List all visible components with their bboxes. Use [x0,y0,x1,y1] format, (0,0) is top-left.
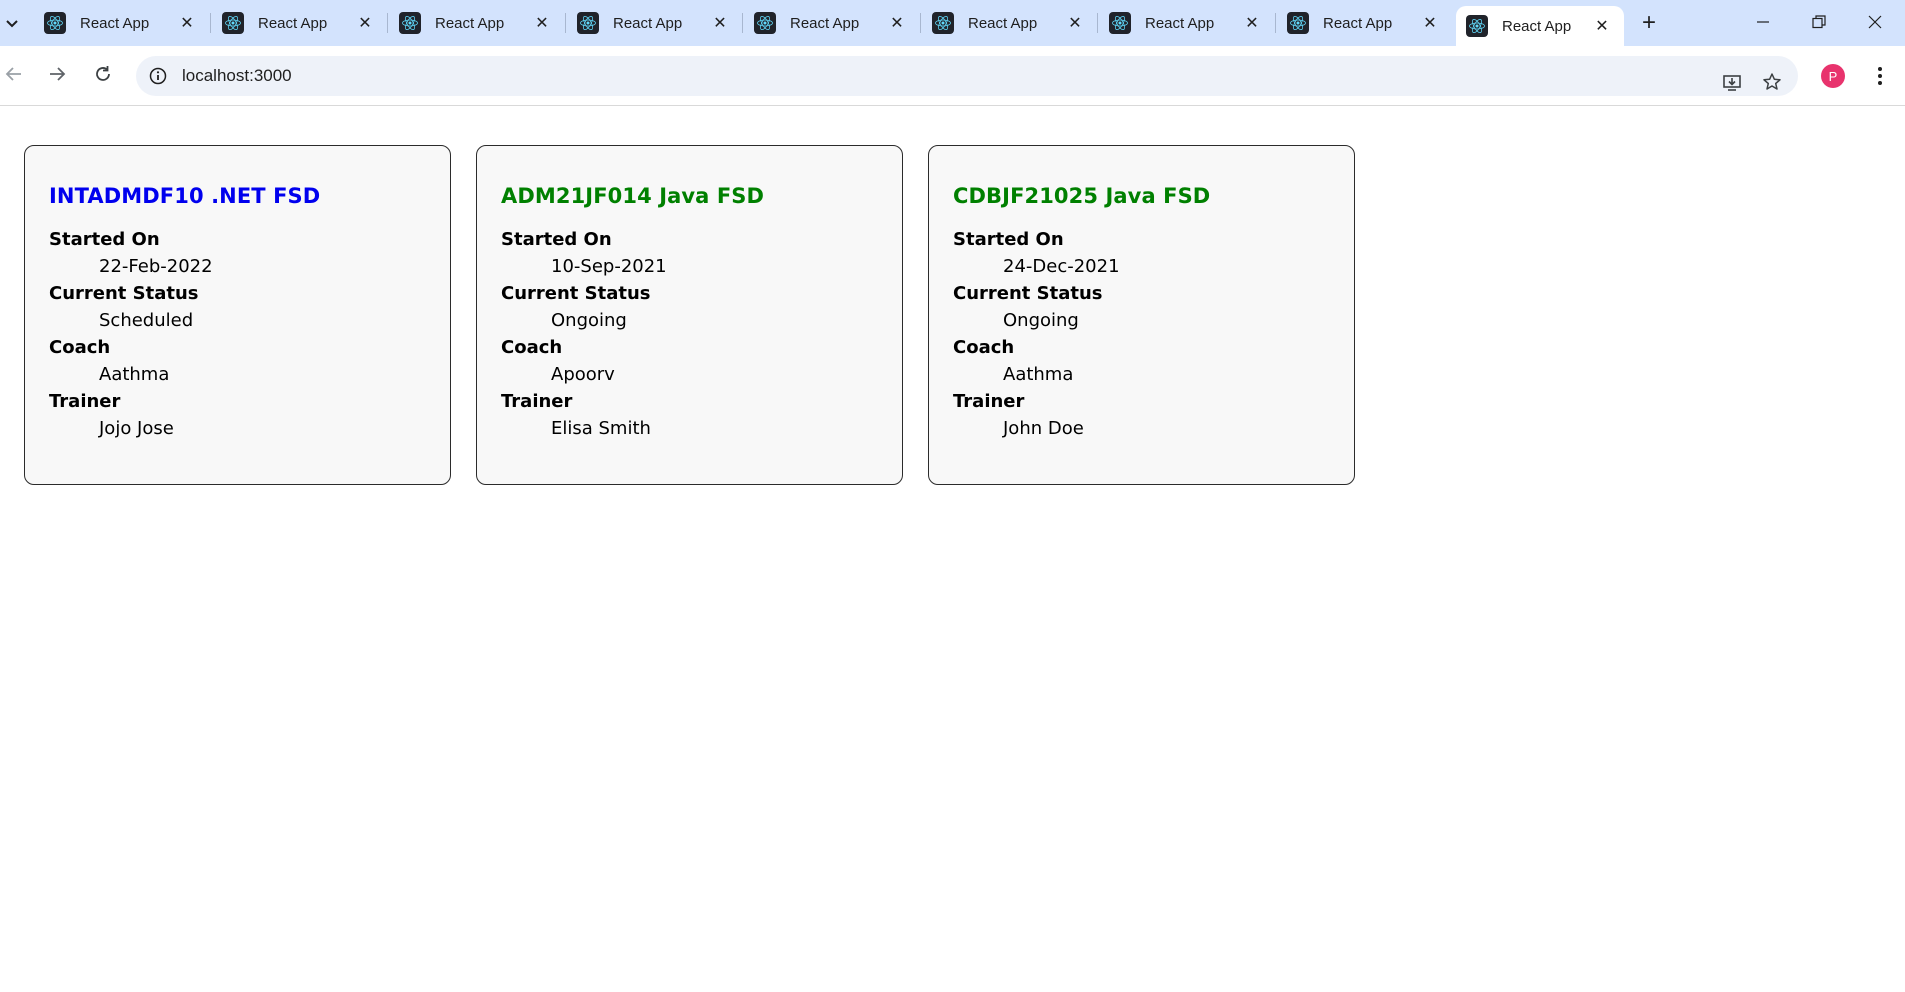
restore-icon[interactable] [1796,4,1842,40]
started-on-label: Started On [49,229,160,250]
bookmark-star-icon[interactable] [1756,66,1788,98]
trainer-value: Elisa Smith [551,418,651,439]
react-logo-icon [754,12,776,34]
close-window-icon[interactable] [1852,4,1898,40]
coach-label: Coach [953,337,1015,358]
reload-icon[interactable] [87,58,119,90]
tab-separator [565,13,566,33]
trainer-value: John Doe [1003,418,1084,439]
tab-strip: React App ✕ React App ✕ React App ✕ Reac… [0,0,1905,46]
browser-tab[interactable]: React App ✕ [567,8,742,38]
tab-separator [387,13,388,33]
trainer-value: Jojo Jose [99,418,174,439]
tab-separator [920,13,921,33]
tab-title: React App [790,14,860,32]
started-on-value: 24-Dec-2021 [1003,256,1120,277]
browser-tab[interactable]: React App ✕ [1099,8,1274,38]
coach-value: Aathma [99,364,170,385]
tab-title: React App [968,14,1038,32]
react-logo-icon [222,12,244,34]
tab-separator [742,13,743,33]
current-status-label: Current Status [49,283,199,304]
tab-title: React App [1502,17,1572,35]
current-status-label: Current Status [953,283,1103,304]
react-logo-icon [577,12,599,34]
cohort-title: CDBJF21025 Java FSD [953,184,1211,208]
tab-separator [210,13,211,33]
react-logo-icon [44,12,66,34]
react-logo-icon [1287,12,1309,34]
current-status-value: Ongoing [1003,310,1079,331]
tab-close-icon[interactable]: ✕ [532,13,552,33]
browser-tab[interactable]: React App ✕ [389,8,564,38]
cohort-card: CDBJF21025 Java FSD Started On 24-Dec-20… [928,145,1355,485]
cohort-details: Started On 10-Sep-2021 Current Status On… [501,226,878,442]
more-menu-icon[interactable] [1864,60,1896,92]
browser-tab[interactable]: React App ✕ [34,8,209,38]
browser-tab-active[interactable]: React App ✕ [1456,6,1624,46]
browser-tab[interactable]: React App ✕ [212,8,387,38]
cohort-details: Started On 24-Dec-2021 Current Status On… [953,226,1330,442]
trainer-label: Trainer [49,391,121,412]
cohort-card: INTADMDF10 .NET FSD Started On 22-Feb-20… [24,145,451,485]
coach-value: Aathma [1003,364,1074,385]
react-logo-icon [399,12,421,34]
tab-separator [1097,13,1098,33]
trainer-label: Trainer [501,391,573,412]
cohort-title: ADM21JF014 Java FSD [501,184,765,208]
browser-tab[interactable]: React App ✕ [1277,8,1452,38]
started-on-value: 10-Sep-2021 [551,256,667,277]
tab-title: React App [258,14,328,32]
tab-close-icon[interactable]: ✕ [887,13,907,33]
tab-close-icon[interactable]: ✕ [710,13,730,33]
started-on-label: Started On [953,229,1064,250]
tab-title: React App [1323,14,1393,32]
cohort-card: ADM21JF014 Java FSD Started On 10-Sep-20… [476,145,903,485]
new-tab-plus-icon[interactable]: + [1634,9,1664,37]
minimize-icon[interactable] [1740,4,1786,40]
react-logo-icon [1466,15,1488,37]
cohort-title: INTADMDF10 .NET FSD [49,184,321,208]
react-logo-icon [932,12,954,34]
coach-value: Apoorv [551,364,615,385]
tab-title: React App [613,14,683,32]
current-status-value: Scheduled [99,310,194,331]
page-content: INTADMDF10 .NET FSD Started On 22-Feb-20… [0,107,1905,992]
started-on-label: Started On [501,229,612,250]
browser-tab[interactable]: React App ✕ [922,8,1097,38]
coach-label: Coach [49,337,111,358]
tab-close-icon[interactable]: ✕ [1242,13,1262,33]
started-on-value: 22-Feb-2022 [99,256,213,277]
install-app-icon[interactable] [1716,66,1748,98]
tab-close-icon[interactable]: ✕ [355,13,375,33]
forward-arrow-icon[interactable] [41,58,73,90]
site-info-icon[interactable] [148,66,168,86]
tab-search-chevron-icon[interactable] [0,8,24,38]
url-text[interactable]: localhost:3000 [182,66,292,86]
tab-title: React App [80,14,150,32]
trainer-label: Trainer [953,391,1025,412]
tab-close-icon[interactable]: ✕ [177,13,197,33]
browser-toolbar: localhost:3000 [0,46,1905,106]
tab-separator [1275,13,1276,33]
coach-label: Coach [501,337,563,358]
tab-close-icon[interactable]: ✕ [1065,13,1085,33]
profile-avatar[interactable]: P [1821,64,1845,88]
back-arrow-icon[interactable] [0,58,30,90]
tab-title: React App [435,14,505,32]
current-status-label: Current Status [501,283,651,304]
current-status-value: Ongoing [551,310,627,331]
tab-close-icon[interactable]: ✕ [1592,16,1612,36]
tab-close-icon[interactable]: ✕ [1420,13,1440,33]
tab-title: React App [1145,14,1215,32]
address-bar[interactable]: localhost:3000 [136,56,1798,96]
browser-tab[interactable]: React App ✕ [744,8,919,38]
react-logo-icon [1109,12,1131,34]
cohort-details: Started On 22-Feb-2022 Current Status Sc… [49,226,426,442]
